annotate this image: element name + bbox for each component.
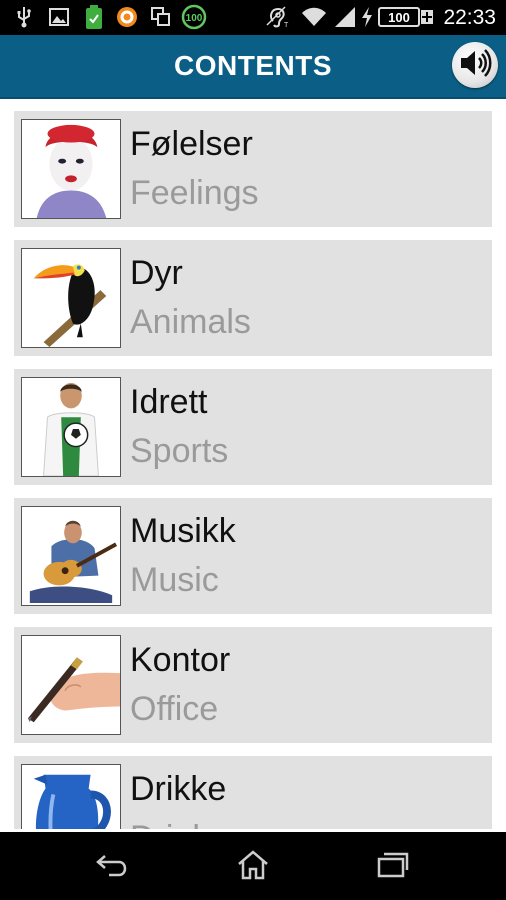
charging-icon: [359, 6, 375, 28]
category-translation: Music: [130, 561, 219, 599]
image-icon: [48, 6, 70, 28]
hearing-aid-icon: T: [264, 6, 290, 29]
category-label: Dyr: [130, 254, 183, 292]
mime-face-thumbnail: [21, 119, 121, 219]
category-translation: Office: [130, 690, 219, 728]
category-label: Drikke: [130, 770, 227, 808]
category-translation: Drinks: [130, 819, 226, 829]
home-icon: [236, 849, 270, 886]
category-translation: Feelings: [130, 174, 259, 212]
list-item[interactable]: Drikke Drinks: [14, 756, 492, 829]
signal-icon: [333, 6, 357, 28]
status-bar: 100 T 100 22:33: [0, 0, 506, 35]
hand-with-pen-thumbnail: [21, 635, 121, 735]
back-icon: [95, 852, 131, 883]
svg-text:100: 100: [388, 10, 410, 25]
badge-100-icon: 100: [181, 4, 207, 30]
category-label: Kontor: [130, 641, 231, 679]
category-label: Musikk: [130, 512, 236, 550]
list-item[interactable]: Følelser Feelings: [14, 111, 492, 227]
recent-apps-icon: [376, 851, 410, 884]
list-item[interactable]: Dyr Animals: [14, 240, 492, 356]
category-translation: Animals: [130, 303, 251, 341]
recent-apps-button[interactable]: [373, 850, 413, 884]
wifi-icon: [300, 6, 328, 28]
battery-icon: 100: [377, 6, 435, 28]
svg-text:100: 100: [186, 13, 203, 24]
list-item[interactable]: Kontor Office: [14, 627, 492, 743]
list-item[interactable]: Idrett Sports: [14, 369, 492, 485]
navigation-bar: [0, 832, 506, 900]
home-button[interactable]: [233, 849, 273, 886]
category-label: Følelser: [130, 125, 253, 163]
blue-pitcher-thumbnail: [21, 764, 121, 829]
page-title: CONTENTS: [174, 50, 332, 81]
soccer-player-thumbnail: [21, 377, 121, 477]
back-button[interactable]: [93, 850, 133, 884]
clock: 22:33: [443, 6, 496, 29]
screenshot-icon: [150, 6, 172, 28]
orange-app-icon: [115, 6, 139, 28]
battery-saver-icon: [84, 5, 104, 29]
svg-text:T: T: [284, 22, 289, 29]
usb-icon: [14, 6, 34, 28]
guitarist-thumbnail: [21, 506, 121, 606]
sound-button[interactable]: [452, 42, 498, 88]
speaker-icon: [458, 48, 492, 83]
category-list: Følelser Feelings Dyr Animals Idrett Spo…: [0, 99, 506, 829]
app-header: CONTENTS: [0, 35, 506, 99]
category-translation: Sports: [130, 432, 229, 470]
list-item[interactable]: Musikk Music: [14, 498, 492, 614]
category-label: Idrett: [130, 383, 208, 421]
toucan-thumbnail: [21, 248, 121, 348]
